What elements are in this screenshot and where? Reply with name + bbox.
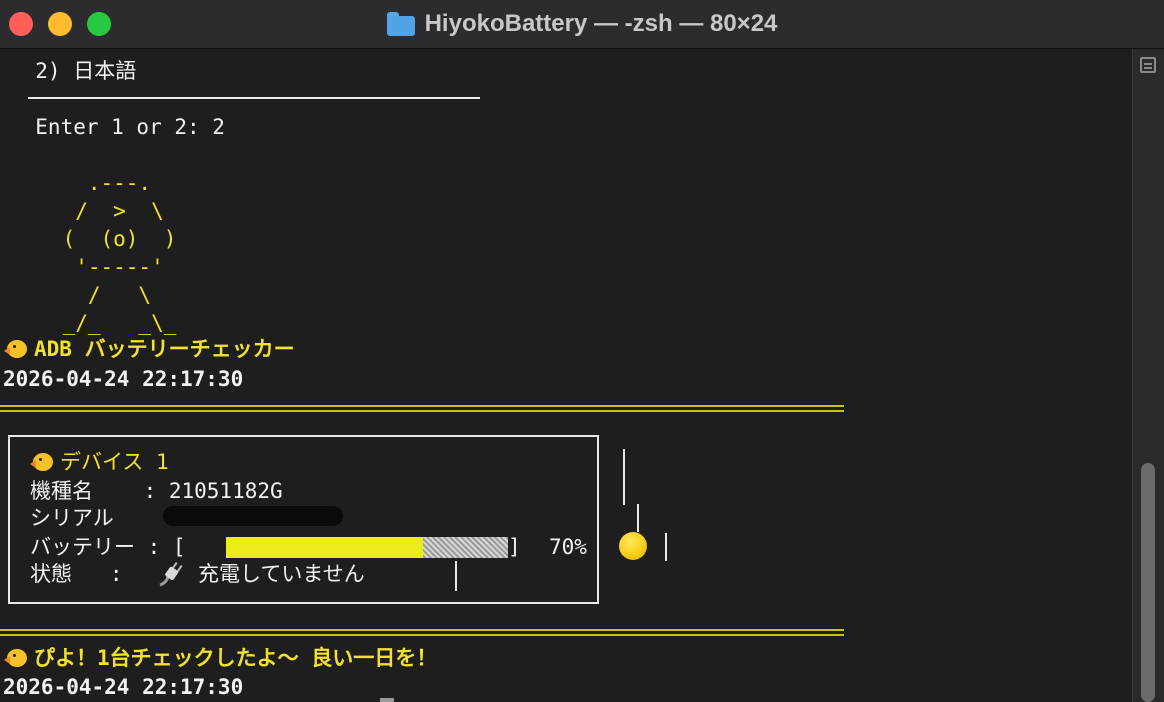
terminal-cursor	[380, 698, 394, 702]
battery-progress-fill	[226, 537, 424, 558]
timestamp-bottom: 2026-04-24 22:17:30	[3, 675, 244, 699]
app-header: ADB バッテリーチェッカー	[4, 337, 295, 361]
chick-icon	[4, 648, 30, 668]
double-divider-bottom	[0, 629, 844, 636]
vertical-scrollbar[interactable]	[1132, 49, 1164, 702]
scrollbar-thumb[interactable]	[1141, 463, 1155, 702]
serial-redaction	[163, 506, 343, 526]
battery-progress-bar	[226, 537, 508, 558]
split-pane-icon[interactable]	[1140, 57, 1156, 73]
close-window-button[interactable]	[9, 12, 33, 36]
terminal-output[interactable]: 2) 日本語 Enter 1 or 2: 2 .---. / > \ ( (o)…	[0, 49, 1132, 702]
yellow-circle-icon	[619, 532, 647, 560]
chick-icon	[4, 339, 30, 359]
divider-line	[28, 97, 480, 99]
minimize-window-button[interactable]	[48, 12, 72, 36]
menu-option-japanese: 2) 日本語	[10, 59, 137, 83]
folder-icon	[386, 12, 415, 36]
box-edge-segment	[637, 504, 639, 532]
footer-message-row: ぴよ！1台チェックしたよ～ 良い一日を！	[4, 646, 437, 670]
zoom-window-button[interactable]	[87, 12, 111, 36]
app-header-title: ADB バッテリーチェッカー	[34, 337, 295, 361]
footer-message: ぴよ！1台チェックしたよ～ 良い一日を！	[34, 646, 438, 670]
ascii-art-line: / > \	[12, 199, 164, 223]
language-prompt: Enter 1 or 2: 2	[10, 115, 225, 139]
ascii-art-line: ( (o) )	[12, 227, 177, 251]
box-edge-segment	[455, 561, 457, 591]
ascii-art-line: '-----'	[12, 255, 164, 279]
ascii-art-line: / \	[12, 283, 152, 307]
timestamp-top: 2026-04-24 22:17:30	[3, 367, 244, 391]
ascii-art-line: _/_ _\_	[12, 311, 177, 335]
plug-icon	[159, 561, 183, 587]
box-edge-segment	[665, 533, 667, 561]
ascii-art-line: .---.	[12, 171, 152, 195]
window-titlebar: HiyokoBattery — -zsh — 80×24	[0, 0, 1164, 49]
window-title: HiyokoBattery — -zsh — 80×24	[424, 10, 778, 37]
box-edge-segment	[623, 449, 625, 505]
window-title-group: HiyokoBattery — -zsh — 80×24	[0, 0, 1164, 48]
double-divider-top	[0, 405, 844, 412]
